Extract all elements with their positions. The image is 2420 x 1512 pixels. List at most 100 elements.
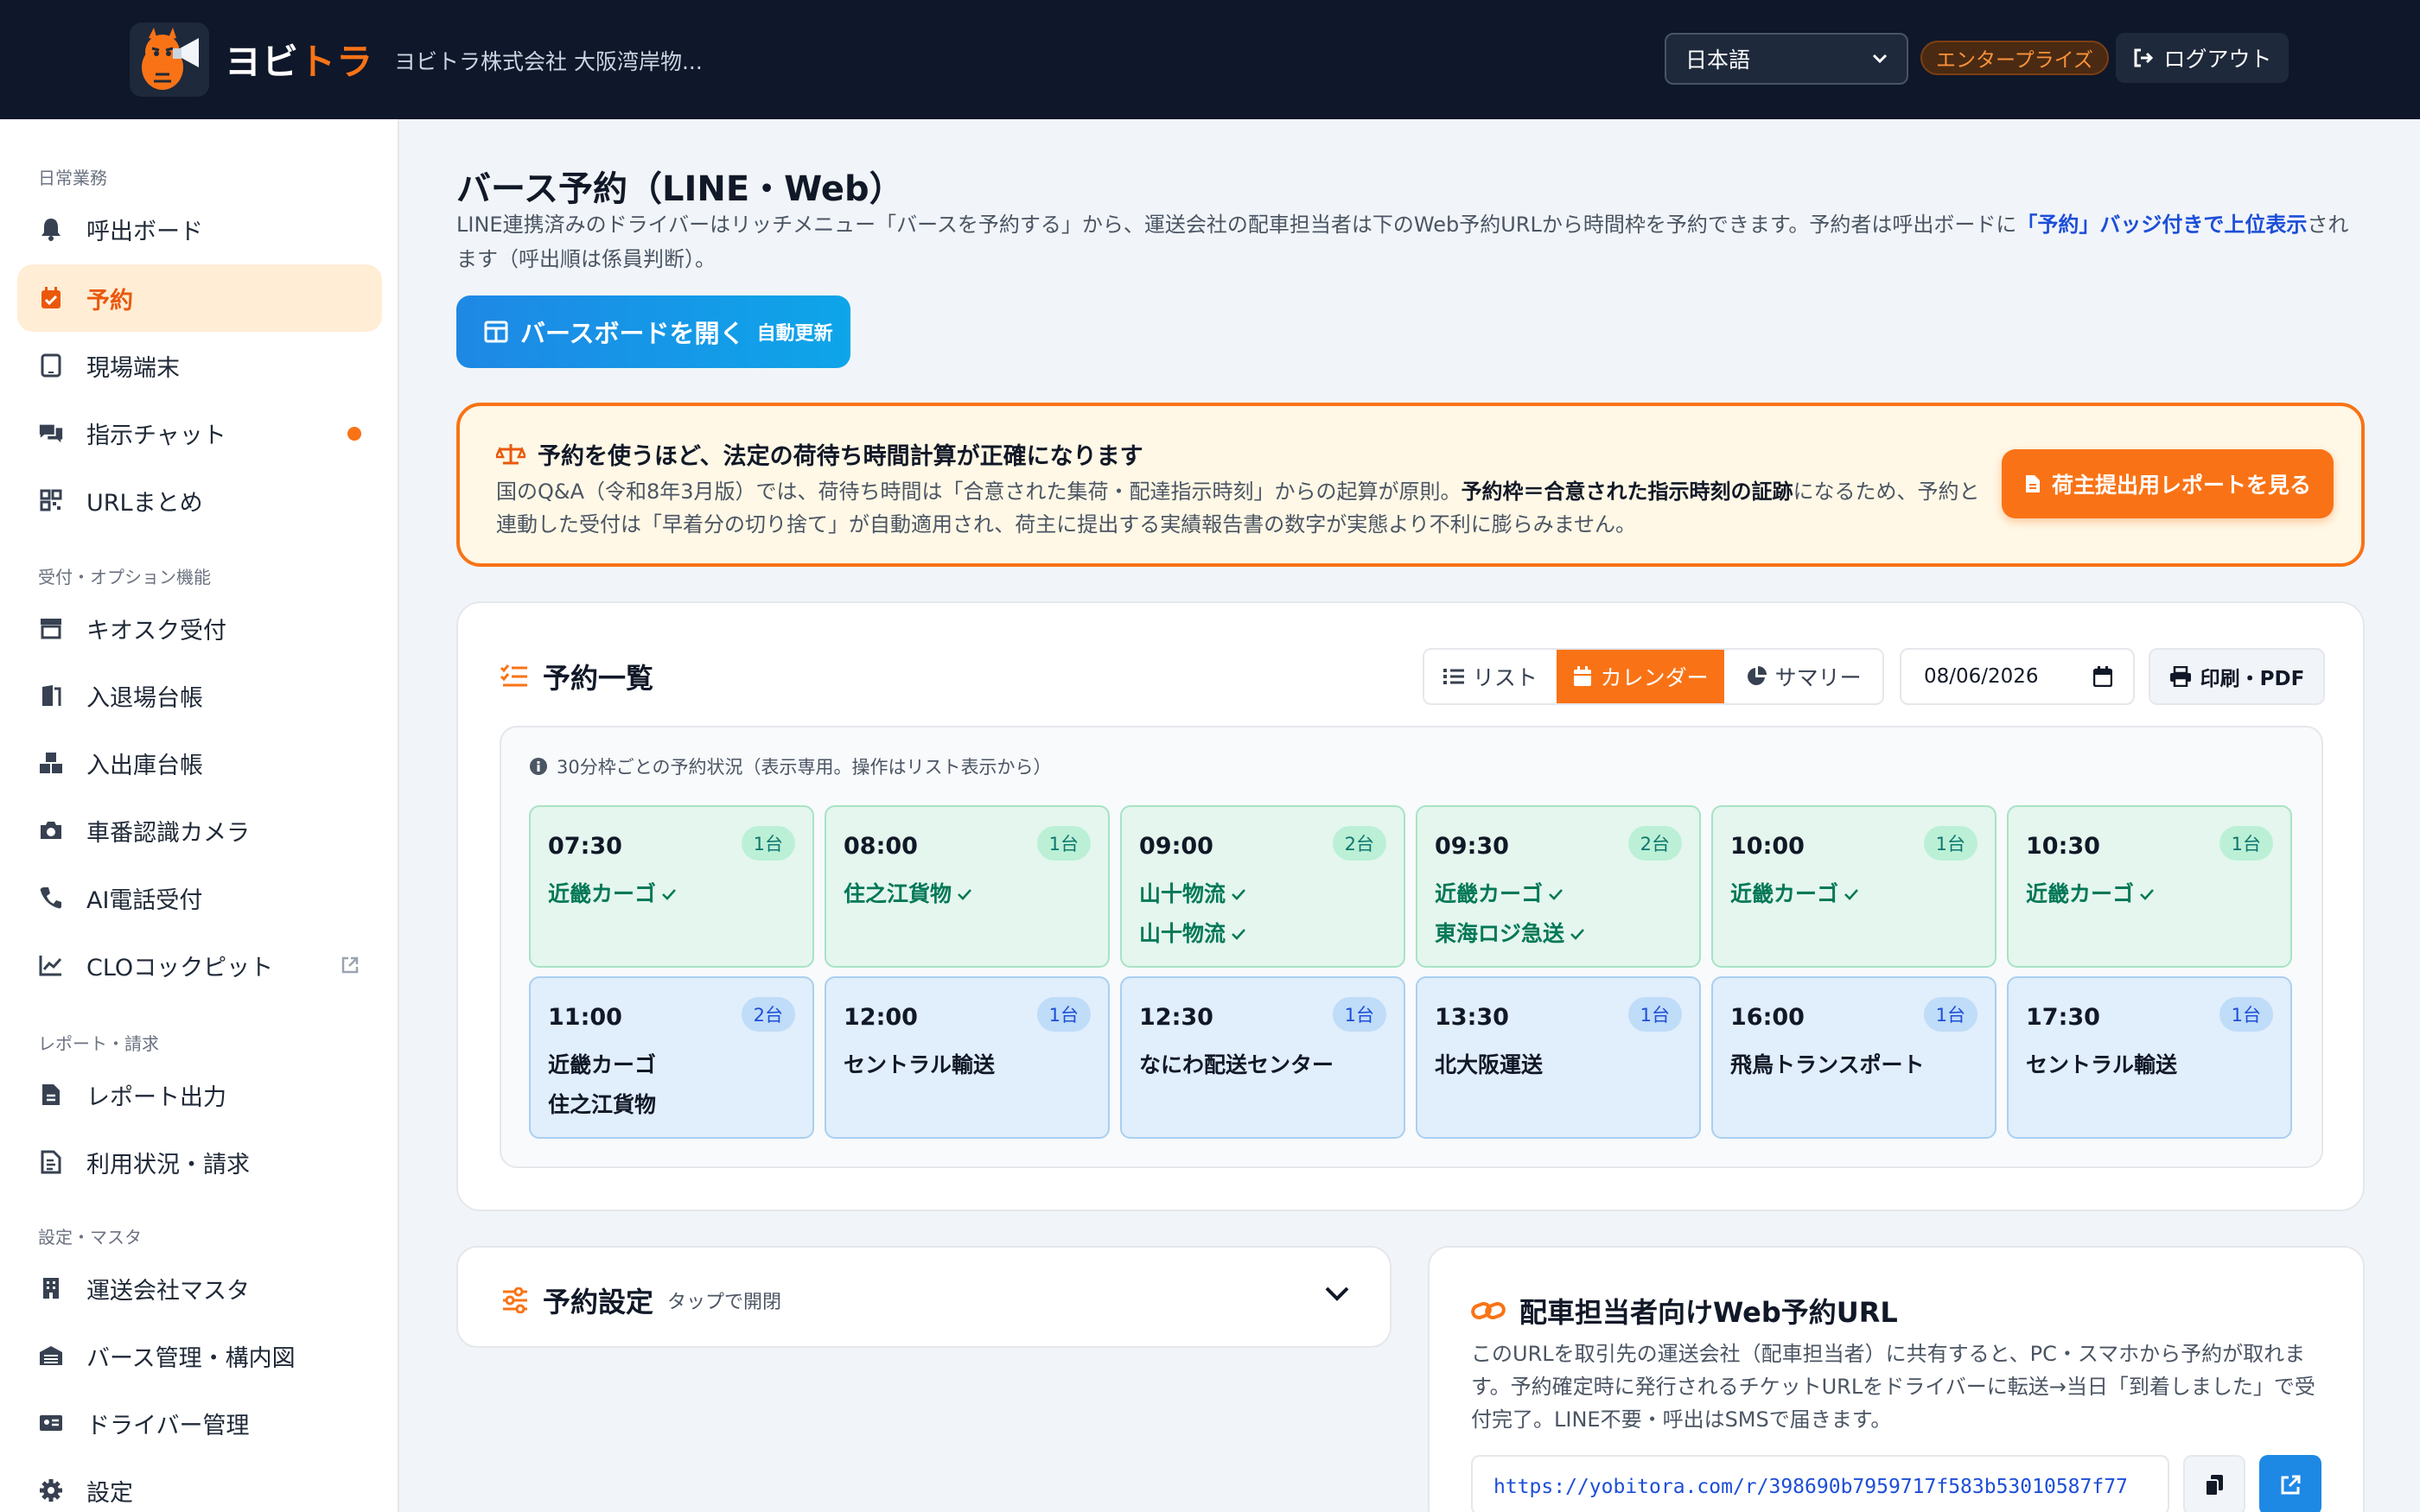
id-card-icon: [38, 1410, 64, 1436]
carrier-name: 近畿カーゴ: [1435, 881, 1544, 906]
sidebar-item-settings[interactable]: 設定: [17, 1457, 382, 1512]
sidebar-item-report-output[interactable]: レポート出力: [17, 1061, 382, 1128]
slot-carriers: 北大阪運送: [1435, 1045, 1543, 1085]
shipper-report-label: 荷主提出用レポートを見る: [2051, 473, 2311, 498]
building-icon: [38, 1275, 64, 1301]
reservation-url-field[interactable]: https://yobitora.com/r/398690b7959717f58…: [1471, 1455, 2169, 1512]
sidebar-item-url-summary[interactable]: URLまとめ: [17, 467, 382, 534]
external-link-icon: [2281, 1475, 2301, 1495]
view-toggle: リスト カレンダー サマリー: [1423, 648, 1884, 705]
copy-url-button[interactable]: [2183, 1455, 2245, 1512]
tab-list-view[interactable]: リスト: [1424, 650, 1557, 703]
time-slot: 12:30 1台 なにわ配送センター: [1120, 976, 1405, 1139]
waiting-time-notice: 予約を使うほど、法定の荷待ち時間計算が正確になります 国のQ&A（令和8年3月版…: [456, 403, 2365, 567]
sidebar-item-warehouse-ledger[interactable]: 入出庫台帳: [17, 729, 382, 797]
shipper-report-button[interactable]: 荷主提出用レポートを見る: [2002, 449, 2334, 518]
carrier-name: なにわ配送センター: [1139, 1052, 1334, 1077]
date-value: 08/06/2026: [1924, 665, 2039, 688]
notice-body-bold: 予約枠＝合意された指示時刻の証跡: [1461, 480, 1793, 504]
tab-calendar-view[interactable]: カレンダー: [1556, 650, 1725, 703]
reservation-entry: 近畿カーゴ: [548, 874, 677, 914]
reservation-list-title: 予約一覧: [500, 657, 653, 696]
chat-icon: [38, 420, 64, 446]
chart-line-icon: [38, 952, 64, 978]
sidebar-item-usage-billing[interactable]: 利用状況・請求: [17, 1128, 382, 1196]
sidebar-item-ai-phone[interactable]: AI電話受付: [17, 864, 382, 931]
brand-name[interactable]: ヨビトラ: [225, 33, 373, 86]
slot-count-badge: 2台: [741, 997, 795, 1032]
sidebar-item-label: 利用状況・請求: [86, 1151, 250, 1178]
sidebar-item-kiosk[interactable]: キオスク受付: [17, 594, 382, 662]
carrier-name: セントラル輸送: [844, 1052, 996, 1077]
sidebar-item-label: 車番認識カメラ: [86, 819, 250, 847]
carrier-name: 山十物流: [1139, 881, 1226, 906]
slot-carriers: 飛鳥トランスポート: [1730, 1045, 1925, 1085]
door-icon: [38, 683, 64, 708]
sidebar-item-entry-ledger[interactable]: 入退場台帳: [17, 662, 382, 729]
slot-count-badge: 1台: [2219, 826, 2273, 861]
sidebar-item-label: 呼出ボード: [86, 218, 203, 245]
scale-icon: [496, 443, 525, 464]
tab-label: サマリー: [1774, 665, 1862, 690]
slot-count-badge: 1台: [1036, 997, 1091, 1032]
logout-button[interactable]: ログアウト: [2116, 33, 2289, 83]
slot-carriers: 近畿カーゴ: [548, 874, 677, 914]
reservation-entry: 北大阪運送: [1435, 1045, 1543, 1085]
language-select[interactable]: 日本語: [1665, 33, 1908, 85]
date-input[interactable]: 08/06/2026: [1900, 648, 2135, 705]
sidebar-item-carrier-master[interactable]: 運送会社マスタ: [17, 1255, 382, 1322]
slot-time: 10:00: [1730, 833, 1805, 860]
slot-count-badge: 1台: [1036, 826, 1091, 861]
chevron-down-icon[interactable]: [1324, 1286, 1350, 1303]
check-icon: [662, 889, 676, 900]
reservation-settings-accordion[interactable]: 予約設定 タップで開閉: [456, 1246, 1392, 1348]
sidebar-item-label: バース管理・構内図: [86, 1344, 296, 1372]
notice-body-text: 国のQ&A（令和8年3月版）では、荷待ち時間は「合意された集荷・配達指示時刻」か…: [496, 480, 1462, 504]
open-url-button[interactable]: [2259, 1455, 2321, 1512]
tiger-logo-icon[interactable]: [130, 22, 209, 97]
sidebar-item-berth-management[interactable]: バース管理・構内図: [17, 1322, 382, 1389]
sidebar-item-reservation[interactable]: 予約: [17, 264, 382, 332]
top-bar: ヨビトラ ヨビトラ株式会社 大阪湾岸物... 日本語 エンタープライズ ログアウ…: [0, 0, 2420, 119]
tab-label: リスト: [1472, 665, 1538, 690]
calendar-icon: [1573, 666, 1591, 686]
sidebar-item-chat[interactable]: 指示チャット: [17, 399, 382, 467]
sidebar-item-call-board[interactable]: 呼出ボード: [17, 195, 382, 263]
sidebar-item-driver-management[interactable]: ドライバー管理: [17, 1389, 382, 1457]
sidebar-item-field-terminal[interactable]: 現場端末: [17, 332, 382, 399]
carrier-name: 住之江貨物: [548, 1092, 657, 1117]
camera-icon: [38, 817, 64, 843]
sidebar-item-plate-camera[interactable]: 車番認識カメラ: [17, 797, 382, 864]
sidebar-item-label: 予約: [86, 287, 133, 314]
slot-time: 16:00: [1730, 1004, 1805, 1031]
sidebar-item-label: ドライバー管理: [86, 1412, 250, 1439]
tablet-icon: [38, 353, 64, 378]
sidebar-section-daily: 日常業務: [38, 168, 107, 188]
sidebar-item-label: CLOコックピット: [86, 954, 274, 982]
tab-summary-view[interactable]: サマリー: [1724, 650, 1882, 703]
open-berth-board-button[interactable]: バースボードを開く 自動更新: [456, 295, 850, 368]
info-icon: [530, 758, 547, 775]
sidebar-section-options: 受付・オプション機能: [38, 567, 211, 588]
check-icon: [1232, 929, 1245, 940]
reservation-entry: 近畿カーゴ: [1435, 874, 1585, 914]
print-pdf-button[interactable]: 印刷・PDF: [2149, 648, 2325, 705]
check-icon: [1844, 889, 1858, 900]
reservation-list-title-text: 予約一覧: [543, 662, 654, 695]
external-link-icon: [341, 956, 360, 975]
sidebar-item-clo-cockpit[interactable]: CLOコックピット: [17, 931, 382, 999]
slot-carriers: なにわ配送センター: [1139, 1045, 1334, 1085]
slot-time: 09:30: [1435, 833, 1509, 860]
slot-carriers: セントラル輸送: [844, 1045, 995, 1085]
open-berth-board-label: バースボードを開く: [520, 319, 745, 348]
time-slot: 16:00 1台 飛鳥トランスポート: [1711, 976, 1996, 1139]
calendar-icon[interactable]: [2093, 666, 2112, 687]
invoice-icon: [38, 1149, 64, 1175]
notice-title-text: 予約を使うほど、法定の荷待ち時間計算が正確になります: [538, 443, 1143, 470]
reservation-entry: 東海ロジ急送: [1435, 914, 1585, 954]
slot-carriers: 近畿カーゴ: [2026, 874, 2155, 914]
gear-icon: [38, 1477, 64, 1503]
copy-icon: [2205, 1475, 2223, 1496]
reservation-entry: セントラル輸送: [844, 1045, 995, 1085]
reservation-entry: 山十物流: [1139, 874, 1246, 914]
